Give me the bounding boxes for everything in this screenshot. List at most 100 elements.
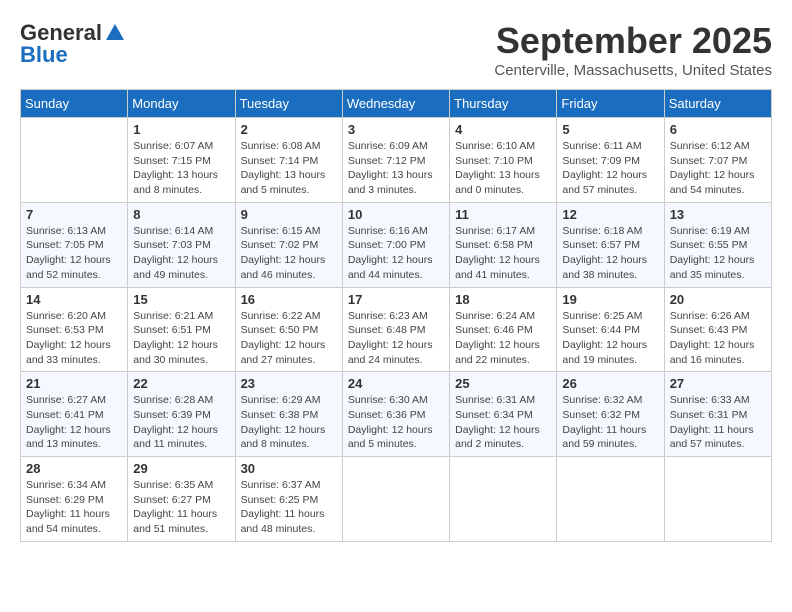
page-header: General Blue September 2025 Centerville,… (20, 20, 772, 79)
day-info: Sunrise: 6:21 AMSunset: 6:51 PMDaylight:… (133, 309, 229, 368)
day-info: Sunrise: 6:35 AMSunset: 6:27 PMDaylight:… (133, 478, 229, 537)
day-number: 16 (241, 292, 337, 307)
day-number: 7 (26, 207, 122, 222)
day-info: Sunrise: 6:14 AMSunset: 7:03 PMDaylight:… (133, 224, 229, 283)
weekday-header: Monday (128, 90, 235, 118)
day-info: Sunrise: 6:34 AMSunset: 6:29 PMDaylight:… (26, 478, 122, 537)
calendar-week-row: 14 Sunrise: 6:20 AMSunset: 6:53 PMDayligh… (21, 287, 772, 372)
month-title: September 2025 (494, 20, 772, 62)
logo: General Blue (20, 20, 126, 68)
logo-blue: Blue (20, 42, 68, 68)
calendar-cell (557, 457, 664, 542)
day-number: 22 (133, 376, 229, 391)
calendar-cell (21, 118, 128, 203)
day-number: 13 (670, 207, 766, 222)
day-info: Sunrise: 6:07 AMSunset: 7:15 PMDaylight:… (133, 139, 229, 198)
calendar-cell: 14 Sunrise: 6:20 AMSunset: 6:53 PMDayligh… (21, 287, 128, 372)
day-number: 3 (348, 122, 444, 137)
day-info: Sunrise: 6:12 AMSunset: 7:07 PMDaylight:… (670, 139, 766, 198)
day-info: Sunrise: 6:08 AMSunset: 7:14 PMDaylight:… (241, 139, 337, 198)
day-info: Sunrise: 6:15 AMSunset: 7:02 PMDaylight:… (241, 224, 337, 283)
day-number: 29 (133, 461, 229, 476)
day-info: Sunrise: 6:33 AMSunset: 6:31 PMDaylight:… (670, 393, 766, 452)
calendar-cell: 13 Sunrise: 6:19 AMSunset: 6:55 PMDayligh… (664, 202, 771, 287)
day-number: 1 (133, 122, 229, 137)
day-number: 8 (133, 207, 229, 222)
day-info: Sunrise: 6:27 AMSunset: 6:41 PMDaylight:… (26, 393, 122, 452)
calendar-cell: 26Sunrise: 6:32 AMSunset: 6:32 PMDayligh… (557, 372, 664, 457)
day-number: 20 (670, 292, 766, 307)
day-info: Sunrise: 6:22 AMSunset: 6:50 PMDaylight:… (241, 309, 337, 368)
day-info: Sunrise: 6:10 AMSunset: 7:10 PMDaylight:… (455, 139, 551, 198)
calendar-cell: 18 Sunrise: 6:24 AMSunset: 6:46 PMDayligh… (450, 287, 557, 372)
day-info: Sunrise: 6:09 AMSunset: 7:12 PMDaylight:… (348, 139, 444, 198)
calendar-cell: 15 Sunrise: 6:21 AMSunset: 6:51 PMDayligh… (128, 287, 235, 372)
day-info: Sunrise: 6:28 AMSunset: 6:39 PMDaylight:… (133, 393, 229, 452)
calendar-cell: 28 Sunrise: 6:34 AMSunset: 6:29 PMDayligh… (21, 457, 128, 542)
day-number: 2 (241, 122, 337, 137)
calendar-cell: 5Sunrise: 6:11 AMSunset: 7:09 PMDaylight… (557, 118, 664, 203)
day-info: Sunrise: 6:26 AMSunset: 6:43 PMDaylight:… (670, 309, 766, 368)
calendar-header-row: SundayMondayTuesdayWednesdayThursdayFrid… (21, 90, 772, 118)
day-info: Sunrise: 6:37 AMSunset: 6:25 PMDaylight:… (241, 478, 337, 537)
calendar: SundayMondayTuesdayWednesdayThursdayFrid… (20, 89, 772, 542)
day-info: Sunrise: 6:25 AMSunset: 6:44 PMDaylight:… (562, 309, 658, 368)
calendar-cell: 19 Sunrise: 6:25 AMSunset: 6:44 PMDayligh… (557, 287, 664, 372)
calendar-week-row: 28 Sunrise: 6:34 AMSunset: 6:29 PMDayligh… (21, 457, 772, 542)
calendar-cell: 27Sunrise: 6:33 AMSunset: 6:31 PMDayligh… (664, 372, 771, 457)
weekday-header: Thursday (450, 90, 557, 118)
calendar-cell: 10 Sunrise: 6:16 AMSunset: 7:00 PMDayligh… (342, 202, 449, 287)
day-number: 18 (455, 292, 551, 307)
calendar-cell: 30 Sunrise: 6:37 AMSunset: 6:25 PMDayligh… (235, 457, 342, 542)
calendar-week-row: 21Sunrise: 6:27 AMSunset: 6:41 PMDayligh… (21, 372, 772, 457)
calendar-cell: 17Sunrise: 6:23 AMSunset: 6:48 PMDayligh… (342, 287, 449, 372)
day-number: 17 (348, 292, 444, 307)
calendar-cell (664, 457, 771, 542)
calendar-cell: 22 Sunrise: 6:28 AMSunset: 6:39 PMDayligh… (128, 372, 235, 457)
day-info: Sunrise: 6:17 AMSunset: 6:58 PMDaylight:… (455, 224, 551, 283)
calendar-cell: 2 Sunrise: 6:08 AMSunset: 7:14 PMDaylight… (235, 118, 342, 203)
day-number: 12 (562, 207, 658, 222)
location: Centerville, Massachusetts, United State… (494, 62, 772, 79)
calendar-cell: 3 Sunrise: 6:09 AMSunset: 7:12 PMDaylight… (342, 118, 449, 203)
day-number: 11 (455, 207, 551, 222)
weekday-header: Tuesday (235, 90, 342, 118)
day-info: Sunrise: 6:20 AMSunset: 6:53 PMDaylight:… (26, 309, 122, 368)
calendar-cell (342, 457, 449, 542)
day-number: 5 (562, 122, 658, 137)
day-number: 4 (455, 122, 551, 137)
weekday-header: Saturday (664, 90, 771, 118)
day-info: Sunrise: 6:19 AMSunset: 6:55 PMDaylight:… (670, 224, 766, 283)
day-number: 19 (562, 292, 658, 307)
calendar-cell: 7 Sunrise: 6:13 AMSunset: 7:05 PMDaylight… (21, 202, 128, 287)
weekday-header: Friday (557, 90, 664, 118)
day-number: 26 (562, 376, 658, 391)
weekday-header: Wednesday (342, 90, 449, 118)
calendar-cell: 9 Sunrise: 6:15 AMSunset: 7:02 PMDaylight… (235, 202, 342, 287)
calendar-cell: 24Sunrise: 6:30 AMSunset: 6:36 PMDayligh… (342, 372, 449, 457)
calendar-cell: 4 Sunrise: 6:10 AMSunset: 7:10 PMDaylight… (450, 118, 557, 203)
day-number: 9 (241, 207, 337, 222)
logo-icon (104, 22, 126, 44)
calendar-cell: 25Sunrise: 6:31 AMSunset: 6:34 PMDayligh… (450, 372, 557, 457)
title-block: September 2025 Centerville, Massachusett… (494, 20, 772, 79)
day-number: 28 (26, 461, 122, 476)
calendar-cell: 6 Sunrise: 6:12 AMSunset: 7:07 PMDaylight… (664, 118, 771, 203)
day-info: Sunrise: 6:16 AMSunset: 7:00 PMDaylight:… (348, 224, 444, 283)
calendar-cell: 29 Sunrise: 6:35 AMSunset: 6:27 PMDayligh… (128, 457, 235, 542)
day-info: Sunrise: 6:13 AMSunset: 7:05 PMDaylight:… (26, 224, 122, 283)
weekday-header: Sunday (21, 90, 128, 118)
day-info: Sunrise: 6:31 AMSunset: 6:34 PMDaylight:… (455, 393, 551, 452)
calendar-week-row: 7 Sunrise: 6:13 AMSunset: 7:05 PMDaylight… (21, 202, 772, 287)
day-number: 30 (241, 461, 337, 476)
calendar-cell (450, 457, 557, 542)
calendar-cell: 12Sunrise: 6:18 AMSunset: 6:57 PMDayligh… (557, 202, 664, 287)
day-number: 14 (26, 292, 122, 307)
day-number: 23 (241, 376, 337, 391)
day-number: 15 (133, 292, 229, 307)
calendar-cell: 23Sunrise: 6:29 AMSunset: 6:38 PMDayligh… (235, 372, 342, 457)
day-info: Sunrise: 6:30 AMSunset: 6:36 PMDaylight:… (348, 393, 444, 452)
day-info: Sunrise: 6:24 AMSunset: 6:46 PMDaylight:… (455, 309, 551, 368)
day-number: 10 (348, 207, 444, 222)
day-number: 6 (670, 122, 766, 137)
